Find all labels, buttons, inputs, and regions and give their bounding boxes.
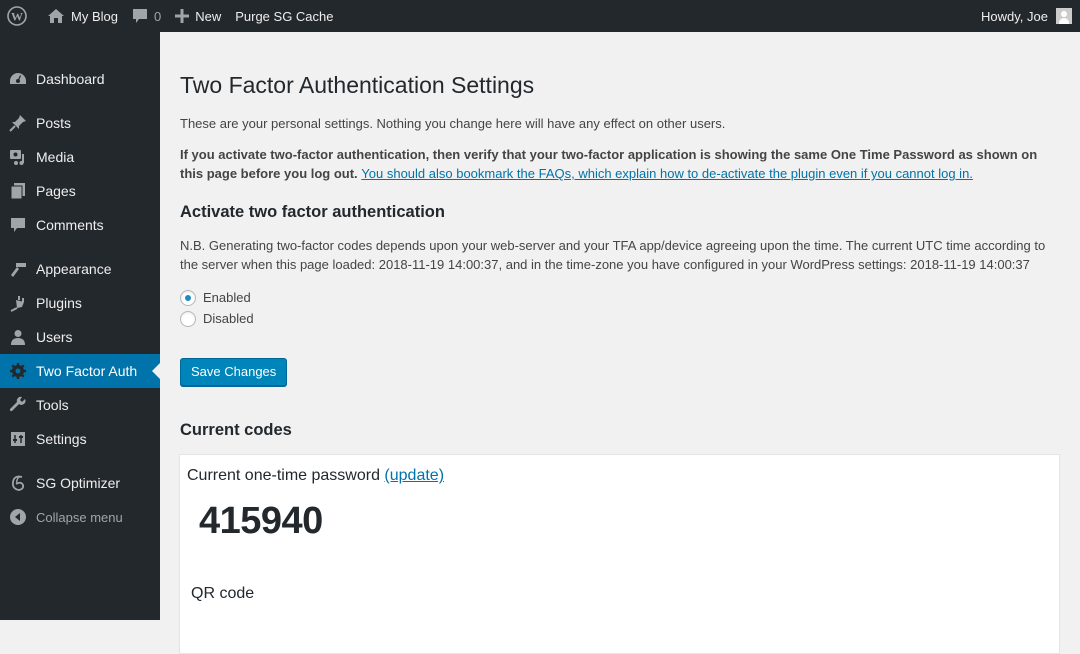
page-title: Two Factor Authentication Settings (180, 72, 535, 98)
sidebar-item-posts[interactable]: Posts (0, 106, 160, 140)
media-icon (8, 147, 28, 167)
sidebar-item-comments[interactable]: Comments (0, 208, 160, 242)
sidebar-label: Pages (36, 183, 76, 199)
radio-disabled-row[interactable]: Disabled (180, 308, 1060, 329)
sidebar-label: Comments (36, 217, 104, 233)
sidebar-item-dashboard[interactable]: Dashboard (0, 62, 160, 96)
greeting: Howdy, Joe (981, 8, 1048, 24)
main-content: Two Factor Authentication Settings These… (179, 32, 1060, 654)
activate-heading: Activate two factor authentication (180, 203, 445, 221)
radio-enabled[interactable] (180, 289, 196, 306)
sidebar-label: Users (36, 329, 73, 345)
sidebar-item-sg-optimizer[interactable]: SG Optimizer (0, 466, 160, 500)
sidebar-item-pages[interactable]: Pages (0, 174, 160, 208)
sidebar-item-settings[interactable]: Settings (0, 422, 160, 456)
sidebar-item-media[interactable]: Media (0, 140, 160, 174)
collapse-menu-button[interactable]: Collapse menu (0, 500, 160, 534)
update-link[interactable]: (update) (384, 467, 444, 484)
sidebar-item-plugins[interactable]: Plugins (0, 286, 160, 320)
avatar (1056, 8, 1072, 24)
sidebar-item-appearance[interactable]: Appearance (0, 252, 160, 286)
site-name-link[interactable]: My Blog (40, 0, 125, 32)
comment-icon (132, 8, 148, 24)
gear-icon (8, 361, 28, 381)
comment-icon (8, 215, 28, 235)
sidebar-label: Two Factor Auth (36, 363, 138, 379)
sidebar-label: Posts (36, 115, 72, 131)
pin-icon (8, 113, 28, 133)
intro-text: These are your personal settings. Nothin… (180, 116, 726, 131)
radio-disabled-label: Disabled (203, 311, 254, 326)
faq-link[interactable]: You should also bookmark the FAQs, which… (361, 166, 973, 181)
sidebar-label: Media (36, 149, 75, 165)
nb-text: N.B. Generating two-factor codes depends… (180, 238, 1046, 272)
new-content-link[interactable]: New (168, 0, 228, 32)
plug-icon (8, 293, 28, 313)
qr-code-label: QR code (191, 585, 255, 602)
admin-bar: W My Blog 0 New Purge SG Cache Howdy, Jo… (0, 0, 1080, 32)
sidebar-label: Plugins (36, 295, 82, 311)
sidebar-label: Settings (36, 431, 87, 447)
current-codes-box: Current one-time password (update) 41594… (179, 454, 1060, 654)
activation-radio-group: Enabled Disabled (180, 287, 1060, 329)
sidebar-label: Collapse menu (36, 509, 123, 525)
home-icon (47, 8, 65, 24)
my-account-link[interactable]: Howdy, Joe (974, 0, 1080, 32)
sliders-icon (8, 429, 28, 449)
site-name: My Blog (71, 8, 118, 24)
admin-sidebar: Dashboard Posts Media Pages Comments App… (0, 32, 160, 620)
dashboard-icon (8, 69, 28, 89)
current-codes-heading: Current codes (180, 421, 292, 439)
radio-disabled[interactable] (180, 310, 196, 327)
sidebar-label: Appearance (36, 261, 112, 277)
plus-icon (175, 9, 190, 23)
new-label: New (195, 8, 222, 24)
sidebar-label: Dashboard (36, 71, 105, 87)
comments-link[interactable]: 0 (125, 0, 168, 32)
pages-icon (8, 181, 28, 201)
radio-enabled-row[interactable]: Enabled (180, 287, 1060, 308)
comments-count: 0 (153, 8, 162, 24)
sidebar-item-tools[interactable]: Tools (0, 388, 160, 422)
sg-icon (8, 473, 28, 493)
otp-label-row: Current one-time password (update) (187, 467, 1052, 485)
warning-text: If you activate two-factor authenticatio… (180, 145, 1060, 183)
collapse-arrow-icon (8, 507, 28, 527)
brush-icon (8, 259, 28, 279)
otp-value: 415940 (199, 500, 323, 542)
purge-cache-link[interactable]: Purge SG Cache (228, 0, 340, 32)
sidebar-item-two-factor-auth[interactable]: Two Factor Auth (0, 354, 160, 388)
svg-text:W: W (11, 10, 23, 24)
wp-logo-button[interactable]: W (0, 0, 40, 32)
otp-label: Current one-time password (187, 467, 380, 484)
sidebar-item-users[interactable]: Users (0, 320, 160, 354)
purge-label: Purge SG Cache (235, 8, 334, 24)
sidebar-label: Tools (36, 397, 69, 413)
user-icon (8, 327, 28, 347)
wordpress-logo-icon: W (7, 6, 27, 26)
wrench-icon (8, 395, 28, 415)
radio-enabled-label: Enabled (203, 290, 251, 305)
sidebar-label: SG Optimizer (36, 475, 121, 491)
save-changes-button[interactable]: Save Changes (180, 358, 288, 386)
